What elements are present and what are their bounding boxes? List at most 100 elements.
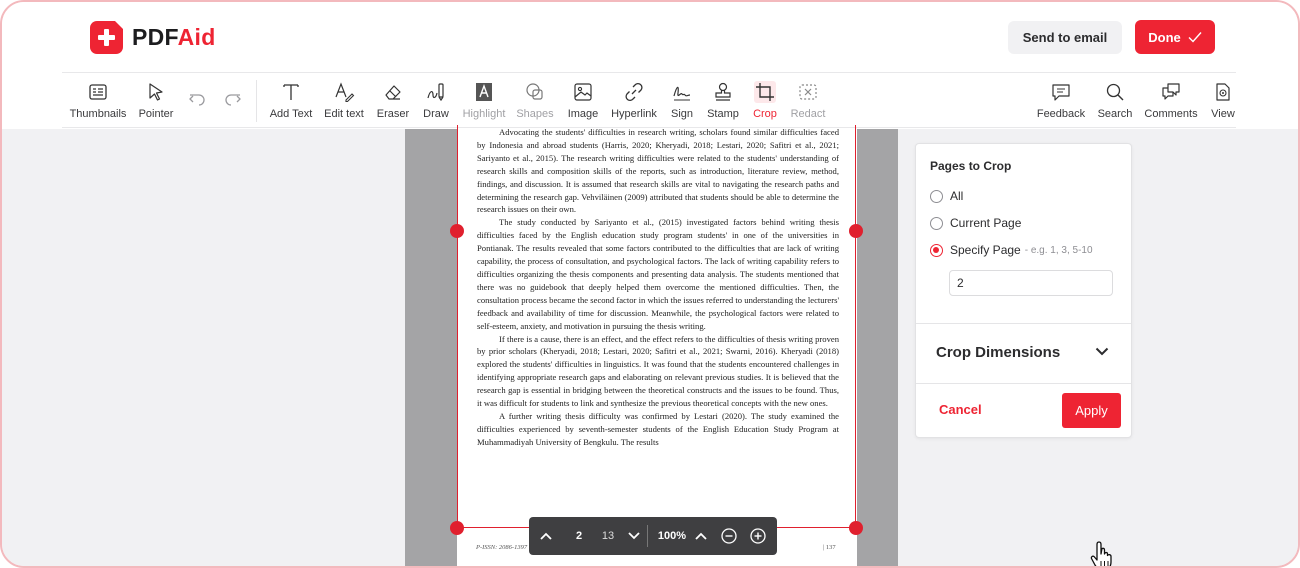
shapes-tool[interactable]: Shapes	[516, 73, 554, 129]
radio-label: Specify Page	[950, 243, 1021, 257]
zoom-in-button[interactable]	[747, 517, 769, 555]
page-navigation-bar: 2 13 100%	[529, 517, 777, 555]
toolbar-divider	[256, 80, 257, 122]
logo-text: PDFAid	[132, 24, 216, 50]
done-button[interactable]: Done	[1135, 20, 1215, 54]
search-button[interactable]: Search	[1097, 73, 1133, 129]
crop-handle-bottom-right[interactable]	[849, 521, 863, 535]
tool-label: Redact	[790, 108, 826, 120]
crop-selection-box[interactable]	[457, 125, 856, 528]
redact-tool[interactable]: Redact	[790, 73, 826, 129]
logo-icon	[90, 20, 124, 54]
pages-to-crop-heading: Pages to Crop	[930, 159, 1012, 173]
crop-handle-bottom-left[interactable]	[450, 521, 464, 535]
crop-panel: Pages to Crop All Current Page Specify P…	[915, 143, 1132, 438]
zoom-step-up-button[interactable]	[690, 517, 712, 555]
tool-label: Crop	[753, 108, 777, 120]
tool-label: Thumbnails	[69, 108, 127, 120]
radio-button-selected[interactable]	[930, 243, 943, 257]
link-icon	[625, 82, 643, 102]
app-window: PDFAid Send to email Done Thumbnails Poi…	[0, 0, 1300, 568]
image-icon	[574, 83, 592, 101]
panel-divider	[916, 383, 1131, 384]
radio-label: All	[950, 189, 964, 203]
tool-label: Search	[1097, 108, 1133, 120]
header: PDFAid Send to email Done	[2, 2, 1298, 72]
draw-tool[interactable]: Draw	[422, 73, 450, 129]
radio-button[interactable]	[930, 189, 943, 203]
done-label: Done	[1148, 29, 1181, 45]
chevron-down-icon[interactable]	[1095, 347, 1109, 356]
panel-divider	[916, 323, 1131, 324]
tool-label: Stamp	[707, 108, 739, 120]
eraser-icon	[385, 85, 401, 100]
send-to-email-button[interactable]: Send to email	[1008, 21, 1122, 54]
crop-handle-left[interactable]	[450, 224, 464, 238]
tool-label: Highlight	[462, 108, 506, 120]
tool-label: Add Text	[269, 108, 313, 120]
pdfaid-logo[interactable]: PDFAid	[90, 20, 216, 54]
text-icon	[283, 84, 299, 100]
zoom-out-icon	[721, 528, 737, 544]
feedback-button[interactable]: Feedback	[1037, 73, 1085, 129]
previous-page-button[interactable]	[535, 517, 557, 555]
next-page-button[interactable]	[623, 517, 645, 555]
feedback-icon	[1052, 84, 1070, 101]
page-footer-number: | 137	[823, 544, 836, 551]
apply-button[interactable]: Apply	[1062, 393, 1121, 428]
image-tool[interactable]: Image	[565, 73, 601, 129]
add-text-tool[interactable]: Add Text	[268, 73, 314, 129]
crop-tool[interactable]: Crop	[750, 73, 780, 129]
zoom-in-icon	[750, 528, 766, 544]
workspace: Advocating the students' difficulties in…	[2, 125, 1298, 566]
pointer-icon	[149, 83, 163, 101]
cancel-button[interactable]: Cancel	[939, 402, 982, 417]
crop-icon	[754, 81, 776, 103]
highlight-icon	[476, 83, 492, 101]
draw-icon	[427, 83, 444, 102]
specify-page-input[interactable]: 2	[949, 270, 1113, 296]
chevron-up-icon	[540, 532, 552, 540]
undo-button[interactable]	[186, 73, 208, 129]
edit-text-icon	[335, 82, 355, 103]
stamp-tool[interactable]: Stamp	[706, 73, 740, 129]
current-page-number[interactable]: 2	[569, 517, 589, 555]
tool-label: Sign	[670, 108, 694, 120]
chevron-down-icon	[628, 532, 640, 540]
chevron-up-icon	[695, 532, 707, 540]
sign-icon	[673, 86, 691, 101]
tool-label: Image	[567, 108, 599, 120]
tool-label: Draw	[423, 108, 449, 120]
comments-button[interactable]: Comments	[1144, 73, 1198, 129]
checkmark-icon	[1188, 32, 1202, 43]
edit-text-tool[interactable]: Edit text	[324, 73, 364, 129]
redact-icon	[799, 84, 817, 100]
crop-dimensions-toggle[interactable]: Crop Dimensions	[936, 344, 1060, 361]
specify-page-hint: - e.g. 1, 3, 5-10	[1024, 244, 1093, 256]
redo-button[interactable]	[222, 73, 244, 129]
comments-icon	[1162, 83, 1180, 100]
highlight-tool[interactable]: Highlight	[461, 73, 507, 129]
thumbnails-tool[interactable]: Thumbnails	[70, 73, 126, 129]
radio-button[interactable]	[930, 216, 943, 230]
radio-all[interactable]: All	[930, 189, 963, 203]
undo-icon	[189, 94, 205, 106]
shapes-icon	[526, 83, 543, 100]
radio-current-page[interactable]: Current Page	[930, 216, 1021, 230]
total-pages: 13	[601, 530, 615, 542]
tool-label: Edit text	[324, 108, 364, 120]
crop-handle-right[interactable]	[849, 224, 863, 238]
tool-label: Comments	[1144, 108, 1198, 120]
tool-label: Pointer	[138, 108, 174, 120]
sign-tool[interactable]: Sign	[668, 73, 696, 129]
tool-label: Eraser	[376, 108, 410, 120]
pointer-tool[interactable]: Pointer	[134, 73, 178, 129]
tool-label: Shapes	[516, 108, 554, 120]
hyperlink-tool[interactable]: Hyperlink	[611, 73, 657, 129]
zoom-level: 100%	[657, 530, 687, 542]
eraser-tool[interactable]: Eraser	[376, 73, 410, 129]
view-button[interactable]: View	[1210, 73, 1236, 129]
zoom-out-button[interactable]	[718, 517, 740, 555]
radio-specify-page[interactable]: Specify Page - e.g. 1, 3, 5-10	[930, 243, 1093, 257]
tool-label: Hyperlink	[611, 108, 657, 120]
